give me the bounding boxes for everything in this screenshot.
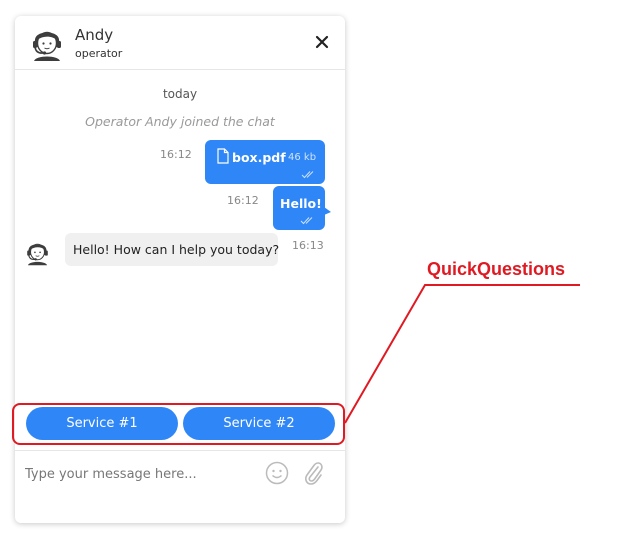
quick-questions: Service #1 Service #2 — [15, 403, 345, 445]
outgoing-message-bubble: Hello! — [273, 186, 325, 230]
operator-role: operator — [75, 47, 123, 60]
message-input[interactable] — [23, 461, 257, 487]
quick-question-button-service-1[interactable]: Service #1 — [26, 407, 178, 440]
file-size: 46 kb — [288, 152, 317, 163]
screenshot-stage: Andy operator today Operator Andy joined… — [0, 0, 640, 540]
incoming-message-bubble: Hello! How can I help you today? — [65, 233, 280, 266]
quick-question-button-service-2[interactable]: Service #2 — [183, 407, 335, 440]
message-time: 16:13 — [292, 239, 324, 252]
message-time: 16:12 — [160, 148, 192, 161]
close-icon[interactable] — [313, 33, 331, 51]
message-time: 16:12 — [227, 194, 259, 207]
file-name-link[interactable]: box.pdf — [232, 150, 286, 165]
file-message-bubble[interactable]: box.pdf 46 kb — [205, 140, 325, 184]
message-text: Hello! — [280, 196, 322, 211]
bubble-tail-icon — [324, 207, 331, 215]
quick-questions-label: QuickQuestions — [427, 259, 566, 279]
paperclip-icon[interactable] — [302, 460, 324, 486]
file-icon — [217, 148, 229, 164]
operator-avatar-icon — [33, 31, 61, 61]
operator-avatar-icon — [27, 243, 48, 266]
emoji-icon[interactable] — [265, 461, 289, 485]
system-message: Operator Andy joined the chat — [85, 114, 275, 129]
message-text: Hello! How can I help you today? — [73, 242, 280, 257]
chat-widget: Andy operator today Operator Andy joined… — [15, 16, 345, 523]
chat-header: Andy operator — [15, 16, 345, 70]
operator-name: Andy — [75, 26, 114, 44]
read-receipt-icon — [300, 217, 313, 225]
read-receipt-icon — [301, 171, 314, 179]
date-separator: today — [162, 87, 198, 101]
message-composer — [15, 450, 345, 523]
